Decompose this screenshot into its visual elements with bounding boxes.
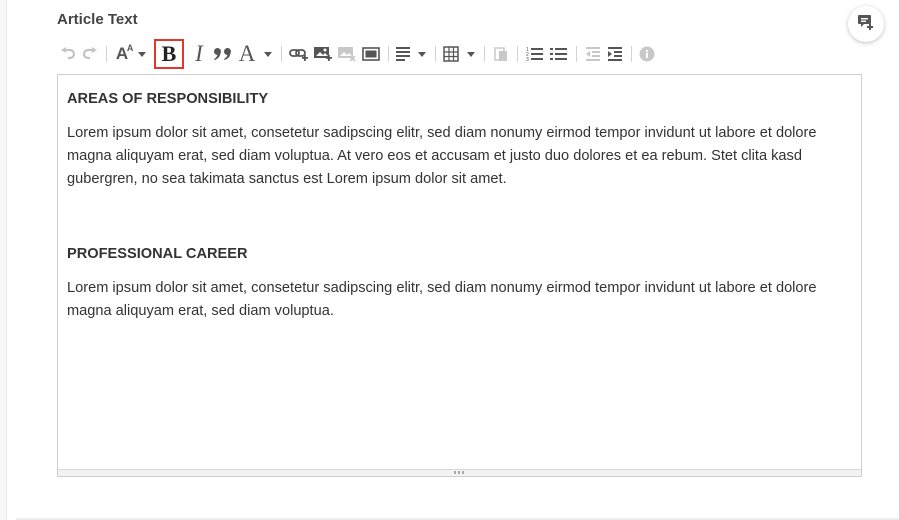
table-icon [443, 46, 459, 62]
outdent-button[interactable] [582, 41, 604, 67]
toolbar-separator [576, 46, 577, 62]
toolbar-separator [106, 46, 107, 62]
italic-icon: I [195, 41, 203, 66]
font-size-icon: AA [115, 43, 134, 63]
toolbar-separator [435, 46, 436, 62]
toolbar-separator [631, 46, 632, 62]
table-button[interactable] [441, 41, 461, 67]
italic-button[interactable]: I [188, 41, 210, 67]
resize-grip-icon [454, 471, 464, 474]
indent-icon [608, 47, 622, 61]
info-icon [639, 46, 655, 62]
editor-resize-handle[interactable] [58, 469, 861, 476]
remove-image-icon [338, 47, 356, 62]
paste-button[interactable] [490, 41, 512, 67]
section-heading: AREAS OF RESPONSIBILITY [67, 91, 269, 107]
font-size-button[interactable]: AA [112, 41, 134, 67]
font-color-dropdown-caret[interactable] [264, 51, 272, 57]
toolbar-separator [281, 46, 282, 62]
section-heading: PROFESSIONAL CAREER [67, 246, 248, 262]
table-dropdown-caret[interactable] [467, 51, 475, 57]
info-button[interactable] [637, 41, 657, 67]
add-comment-button[interactable] [848, 6, 884, 42]
font-color-icon: A [238, 41, 256, 66]
undo-button[interactable] [57, 41, 79, 67]
align-dropdown-caret[interactable] [418, 51, 426, 57]
link-button[interactable] [287, 41, 311, 67]
embed-icon [362, 47, 380, 61]
image-button[interactable] [311, 41, 335, 67]
bulleted-list-button[interactable] [547, 41, 571, 67]
section-paragraph: Lorem ipsum dolor sit amet, consetetur s… [67, 280, 817, 319]
toolbar-separator [388, 46, 389, 62]
field-label: Article Text [57, 11, 138, 28]
numbered-list-button[interactable]: 1 2 3 [523, 41, 547, 67]
bulleted-list-icon [550, 48, 567, 60]
font-color-button[interactable]: A [236, 41, 258, 67]
section-paragraph: Lorem ipsum dolor sit amet, consetetur s… [67, 125, 817, 187]
embed-button[interactable] [359, 41, 383, 67]
editor-content[interactable]: AREAS OF RESPONSIBILITY Lorem ipsum dolo… [58, 75, 861, 323]
redo-icon [82, 47, 97, 60]
paste-icon [494, 47, 507, 61]
bold-icon: B [161, 41, 177, 66]
remove-image-button[interactable] [335, 41, 359, 67]
toolbar-separator [517, 46, 518, 62]
blockquote-icon [214, 48, 231, 60]
redo-button[interactable] [79, 41, 101, 67]
toolbar-separator [484, 46, 485, 62]
font-size-dropdown-caret[interactable] [138, 51, 146, 57]
bold-button[interactable]: B [154, 39, 184, 69]
left-border [0, 0, 7, 520]
align-icon [396, 47, 410, 61]
undo-icon [61, 47, 76, 60]
image-icon [314, 47, 332, 61]
align-button[interactable] [394, 41, 412, 67]
outdent-icon [586, 47, 600, 61]
numbered-list-icon: 1 2 3 [526, 47, 543, 62]
rich-text-editor[interactable]: AREAS OF RESPONSIBILITY Lorem ipsum dolo… [57, 74, 862, 477]
indent-button[interactable] [604, 41, 626, 67]
editor-toolbar: AA B I A 1 2 3 [57, 38, 847, 70]
svg-text:3: 3 [526, 57, 529, 62]
link-icon [289, 49, 308, 61]
add-comment-icon [857, 13, 875, 36]
blockquote-button[interactable] [210, 41, 236, 67]
